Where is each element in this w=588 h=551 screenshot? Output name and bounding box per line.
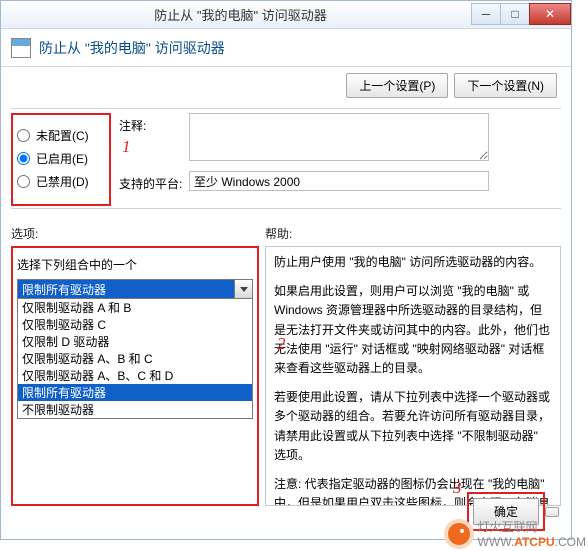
platform-value: 至少 Windows 2000 bbox=[189, 171, 489, 191]
radio-disabled-label: 已禁用(D) bbox=[36, 173, 89, 190]
radio-disabled[interactable]: 已禁用(D) bbox=[15, 173, 105, 190]
radio-not-configured[interactable]: 未配置(C) bbox=[15, 127, 105, 144]
radio-enabled[interactable]: 已启用(E) bbox=[15, 150, 105, 167]
titlebar: 防止从 "我的电脑" 访问驱动器 ─ □ ✕ bbox=[1, 1, 571, 29]
dialog-window: 防止从 "我的电脑" 访问驱动器 ─ □ ✕ 防止从 "我的电脑" 访问驱动器 … bbox=[0, 0, 572, 540]
close-button[interactable]: ✕ bbox=[529, 3, 571, 25]
watermark: 灯火互联网 WWW.ATCPU.COM bbox=[444, 518, 586, 549]
help-column: 帮助: 防止用户使用 "我的电脑" 访问所选驱动器的内容。 如果启用此设置，则用… bbox=[265, 225, 561, 506]
list-item[interactable]: 仅限制驱动器 A 和 B bbox=[18, 299, 252, 316]
platform-label: 支持的平台: bbox=[119, 171, 189, 192]
help-paragraph: 防止用户使用 "我的电脑" 访问所选驱动器的内容。 bbox=[274, 253, 552, 272]
annotation-3: 3 bbox=[453, 478, 462, 498]
config-radios: 未配置(C) 已启用(E) 已禁用(D) bbox=[11, 113, 111, 206]
options-dropdown-list: 仅限制驱动器 A 和 B 仅限制驱动器 C 仅限制 D 驱动器 仅限制驱动器 A… bbox=[17, 299, 253, 419]
radio-group-highlight: 未配置(C) 已启用(E) 已禁用(D) bbox=[11, 113, 111, 206]
radio-not-configured-label: 未配置(C) bbox=[36, 127, 89, 144]
radio-not-configured-input[interactable] bbox=[17, 129, 30, 142]
chevron-down-icon bbox=[240, 287, 248, 292]
combobox-dropdown-button[interactable] bbox=[234, 280, 252, 298]
window-title: 防止从 "我的电脑" 访问驱动器 bbox=[9, 5, 472, 24]
options-combobox-selected: 限制所有驱动器 bbox=[18, 280, 234, 298]
help-panel: 防止用户使用 "我的电脑" 访问所选驱动器的内容。 如果启用此设置，则用户可以浏… bbox=[265, 246, 561, 506]
options-prompt: 选择下列组合中的一个 bbox=[17, 256, 257, 273]
options-combobox[interactable]: 限制所有驱动器 bbox=[17, 279, 253, 299]
help-paragraph: 如果启用此设置，则用户可以浏览 "我的电脑" 或 Windows 资源管理器中所… bbox=[274, 282, 552, 378]
list-item[interactable]: 不限制驱动器 bbox=[18, 401, 252, 418]
maximize-button[interactable]: □ bbox=[500, 3, 530, 25]
watermark-text: 灯火互联网 WWW.ATCPU.COM bbox=[478, 518, 586, 549]
window-controls: ─ □ ✕ bbox=[472, 3, 571, 27]
options-label: 选项: bbox=[11, 225, 259, 246]
list-item[interactable]: 仅限制驱动器 A、B、C 和 D bbox=[18, 367, 252, 384]
radio-disabled-input[interactable] bbox=[17, 175, 30, 188]
next-setting-button[interactable]: 下一个设置(N) bbox=[454, 73, 557, 98]
policy-icon bbox=[11, 38, 31, 58]
comment-row: 注释: bbox=[119, 113, 561, 161]
dialog-header-text: 防止从 "我的电脑" 访问驱动器 bbox=[39, 38, 225, 58]
config-fields: 注释: 支持的平台: 至少 Windows 2000 bbox=[119, 113, 561, 206]
watermark-line1: 灯火互联网 bbox=[478, 518, 586, 535]
comment-label: 注释: bbox=[119, 113, 189, 134]
separator-2 bbox=[11, 208, 561, 209]
list-item[interactable]: 仅限制驱动器 A、B 和 C bbox=[18, 350, 252, 367]
options-column: 选项: 选择下列组合中的一个 限制所有驱动器 仅限制驱动器 A 和 B 仅限制驱… bbox=[11, 225, 259, 506]
help-label: 帮助: bbox=[265, 225, 561, 246]
watermark-line2: WWW.ATCPU.COM bbox=[478, 535, 586, 549]
lower-split: 选项: 选择下列组合中的一个 限制所有驱动器 仅限制驱动器 A 和 B 仅限制驱… bbox=[1, 211, 571, 506]
separator bbox=[11, 108, 561, 109]
prev-setting-button[interactable]: 上一个设置(P) bbox=[346, 73, 448, 98]
nav-buttons: 上一个设置(P) 下一个设置(N) bbox=[1, 67, 571, 106]
list-item[interactable]: 仅限制驱动器 C bbox=[18, 316, 252, 333]
list-item-selected[interactable]: 限制所有驱动器 bbox=[18, 384, 252, 401]
help-paragraph: 若要使用此设置，请从下拉列表中选择一个驱动器或多个驱动器的组合。若要允许访问所有… bbox=[274, 388, 552, 465]
partial-button[interactable] bbox=[545, 507, 559, 517]
annotation-1: 1 bbox=[122, 137, 131, 157]
radio-enabled-input[interactable] bbox=[17, 152, 30, 165]
list-item[interactable]: 仅限制 D 驱动器 bbox=[18, 333, 252, 350]
dialog-header: 防止从 "我的电脑" 访问驱动器 bbox=[1, 29, 571, 67]
options-panel-highlight: 选择下列组合中的一个 限制所有驱动器 仅限制驱动器 A 和 B 仅限制驱动器 C… bbox=[11, 246, 259, 506]
watermark-logo-icon bbox=[444, 519, 474, 549]
platform-row: 支持的平台: 至少 Windows 2000 bbox=[119, 171, 561, 192]
comment-textarea[interactable] bbox=[189, 113, 489, 161]
radio-enabled-label: 已启用(E) bbox=[36, 150, 88, 167]
annotation-2: 2 bbox=[277, 334, 286, 354]
main-area: 未配置(C) 已启用(E) 已禁用(D) 注释: 支持的平台: 至少 Windo… bbox=[1, 111, 571, 206]
minimize-button[interactable]: ─ bbox=[471, 3, 501, 25]
